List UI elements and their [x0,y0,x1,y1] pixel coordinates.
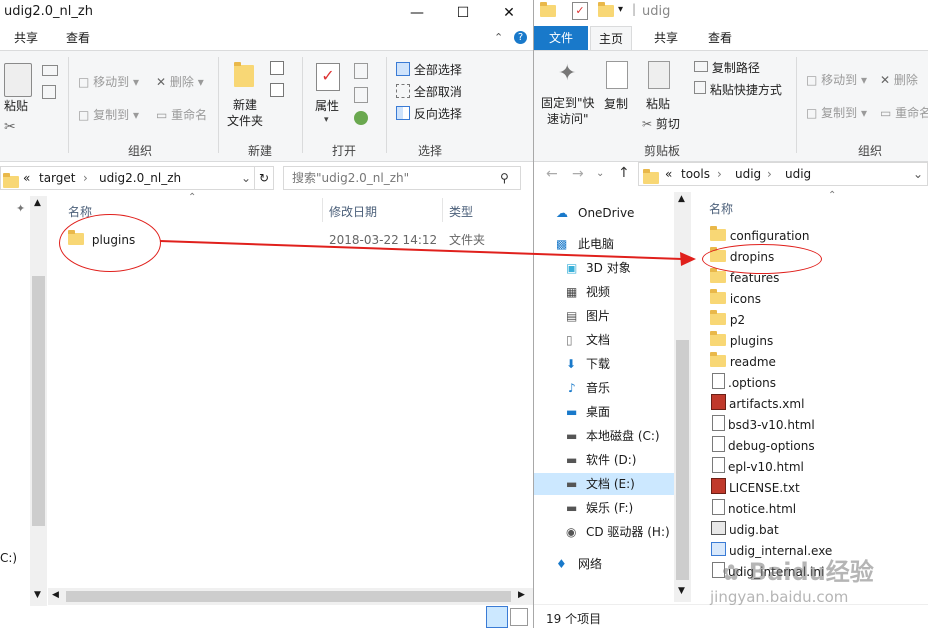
watermark-logo-text: Baidu经验 [748,558,874,586]
annotation-arrow [159,240,696,266]
baidu-watermark-logo: ✿ Baidu经验 [722,552,874,587]
arrow-head-icon [680,252,696,266]
arrow-line [159,240,683,260]
baidu-watermark-url: jingyan.baidu.com [710,588,849,606]
paw-icon: ✿ [722,561,741,586]
